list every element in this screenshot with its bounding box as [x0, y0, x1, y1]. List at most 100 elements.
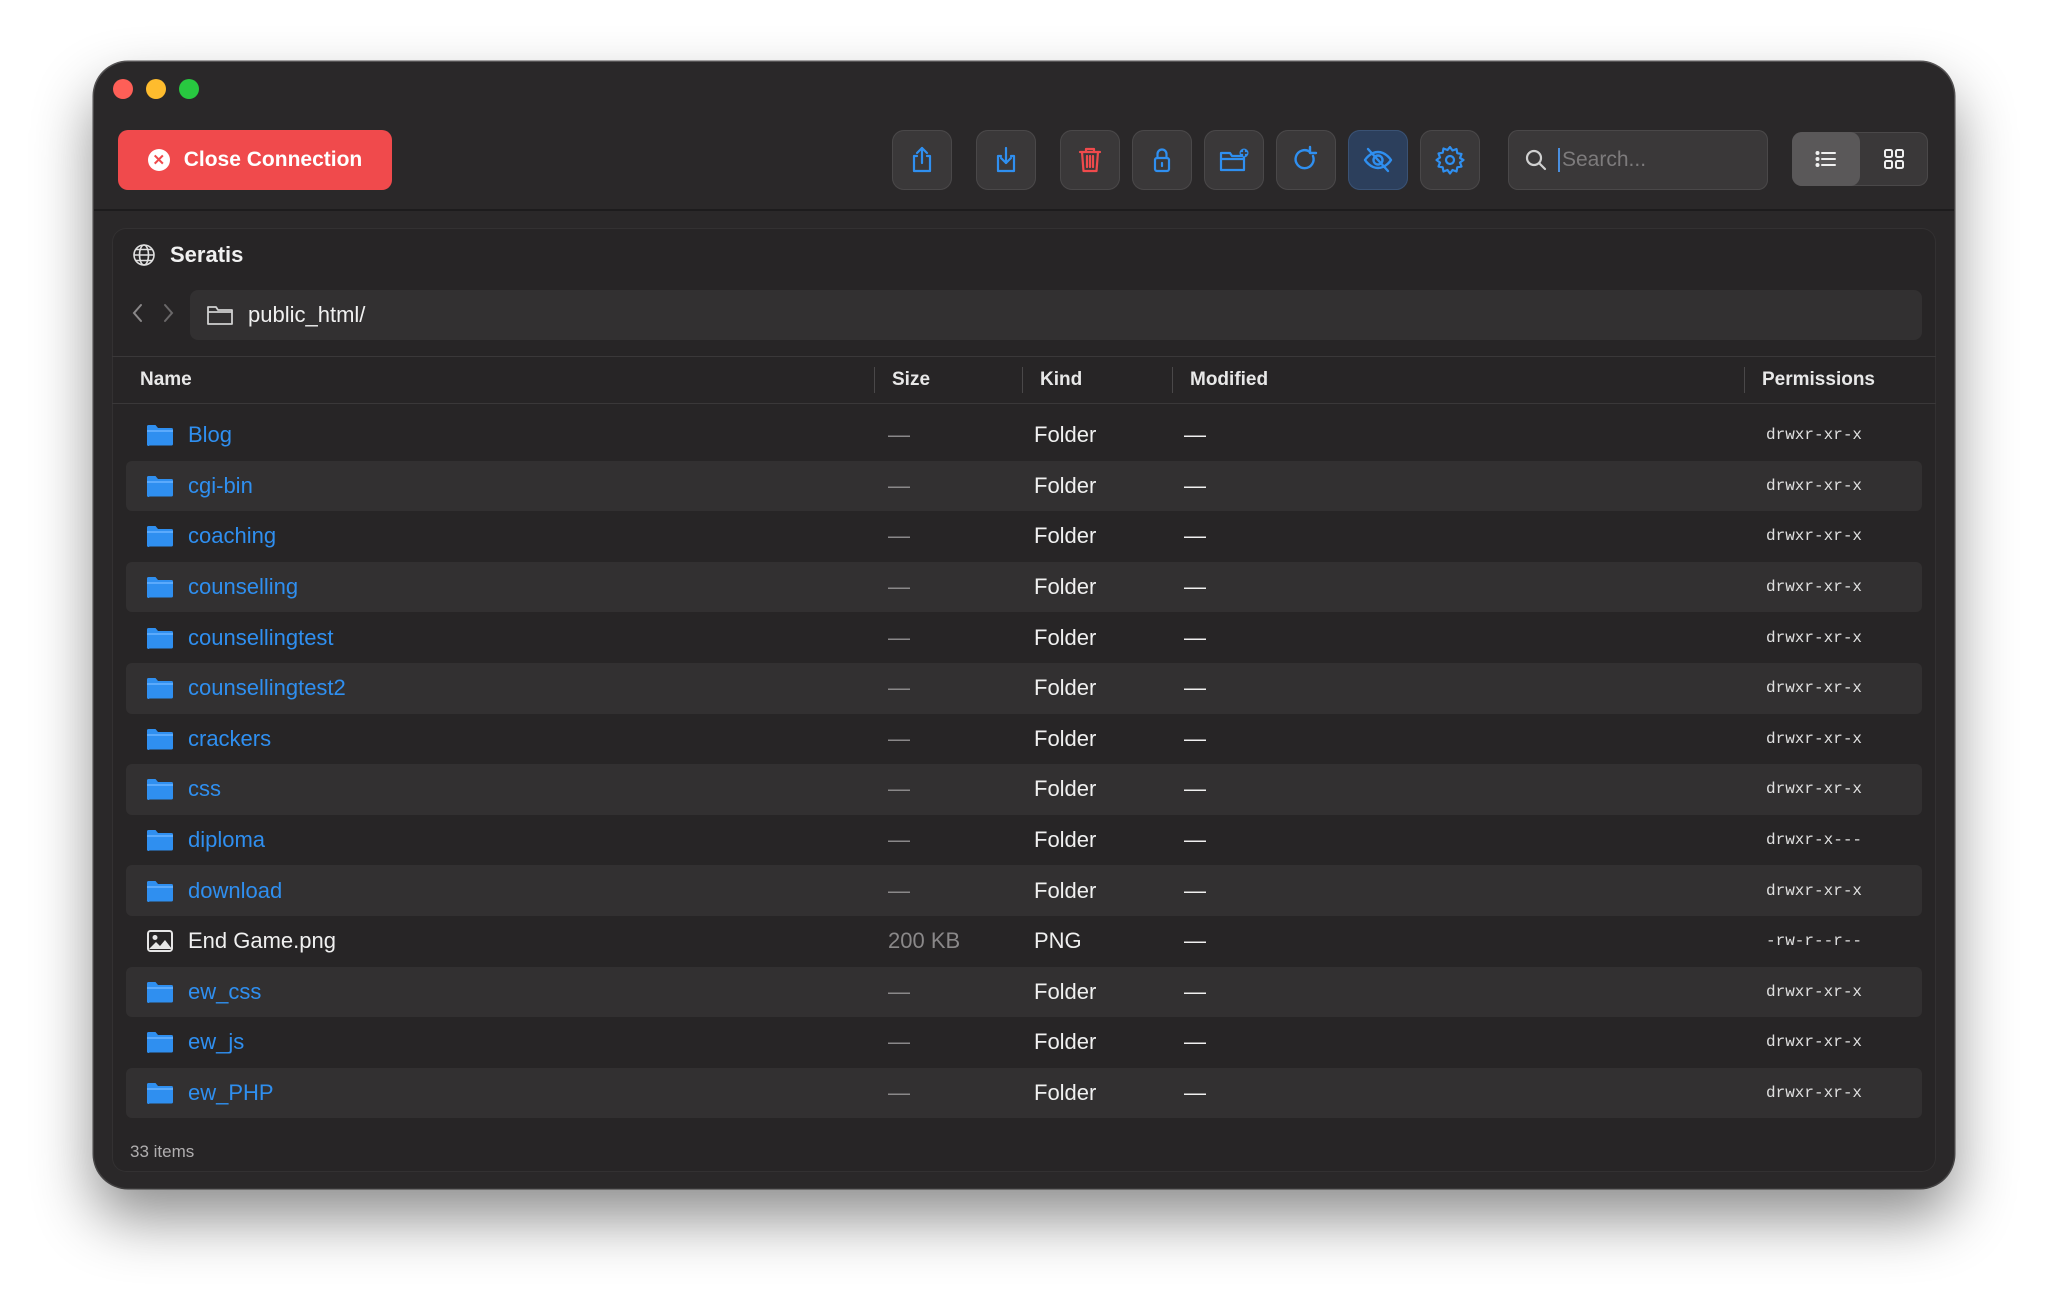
upload-icon	[912, 146, 932, 173]
file-name: ew_css	[188, 978, 262, 1004]
grid-view-button[interactable]	[1860, 132, 1928, 186]
file-kind: PNG	[1034, 928, 1082, 954]
file-kind: Folder	[1034, 472, 1097, 498]
column-name[interactable]: Name	[140, 369, 192, 391]
search-input[interactable]	[1558, 148, 1752, 172]
file-size: —	[888, 624, 910, 650]
search-box[interactable]	[1508, 130, 1768, 190]
download-button[interactable]	[976, 130, 1036, 190]
file-kind: Folder	[1034, 776, 1097, 802]
file-size: —	[888, 877, 910, 903]
eye-slash-icon	[1363, 147, 1393, 173]
file-permissions: drwxr-xr-x	[1766, 1033, 1863, 1052]
file-row[interactable]: counsellingtest2 — Folder — drwxr-xr-x	[126, 662, 1922, 714]
toggle-hidden-files-button[interactable]	[1348, 130, 1408, 190]
file-size: —	[888, 523, 910, 549]
close-connection-button[interactable]: ✕ Close Connection	[118, 130, 392, 190]
file-row[interactable]: css — Folder — drwxr-xr-x	[126, 764, 1922, 815]
new-folder-button[interactable]	[1204, 130, 1264, 190]
file-kind: Folder	[1034, 827, 1097, 853]
settings-button[interactable]	[1420, 130, 1480, 190]
file-name: diploma	[188, 827, 266, 853]
file-row[interactable]: cgi-bin — Folder — drwxr-xr-x	[126, 460, 1922, 512]
forward-chevron-icon[interactable]	[158, 298, 180, 328]
file-modified: —	[1184, 877, 1206, 903]
file-row[interactable]: ew_PHP — Folder — drwxr-xr-x	[126, 1067, 1922, 1119]
file-row[interactable]: ew_js — Folder — drwxr-xr-x	[126, 1017, 1922, 1068]
file-size: —	[888, 1029, 910, 1055]
new-folder-icon	[1219, 148, 1249, 172]
file-kind: Folder	[1034, 422, 1097, 448]
column-permissions[interactable]: Permissions	[1762, 369, 1875, 391]
path-bar: public_html/	[112, 288, 1936, 340]
file-name: counselling	[188, 574, 299, 600]
file-permissions: drwxr-xr-x	[1766, 578, 1863, 597]
file-row[interactable]: Blog — Folder — drwxr-xr-x	[126, 410, 1922, 461]
file-permissions: drwxr-xr-x	[1766, 1084, 1863, 1103]
server-header: Seratis	[132, 242, 243, 268]
file-name: coaching	[188, 523, 277, 549]
file-name: counsellingtest	[188, 624, 334, 650]
file-size: —	[888, 827, 910, 853]
delete-button[interactable]	[1060, 130, 1120, 190]
file-name: ew_PHP	[188, 1080, 274, 1106]
column-kind[interactable]: Kind	[1040, 369, 1082, 391]
file-kind: Folder	[1034, 523, 1097, 549]
app-window: ✕ Close Connection Search... Seratis pub…	[94, 62, 1954, 1188]
file-size: —	[888, 776, 910, 802]
list-icon	[1815, 151, 1836, 167]
path-field[interactable]: public_html/	[190, 290, 1922, 340]
back-chevron-icon[interactable]	[126, 298, 148, 328]
folder-icon	[146, 425, 173, 447]
folder-icon	[146, 1032, 173, 1054]
search-icon	[1525, 149, 1547, 171]
close-window-button[interactable]	[113, 79, 133, 99]
file-permissions: drwxr-xr-x	[1766, 982, 1863, 1001]
file-row[interactable]: ew_css — Folder — drwxr-xr-x	[126, 966, 1922, 1018]
current-path: public_html/	[248, 302, 366, 327]
column-modified[interactable]: Modified	[1190, 369, 1268, 391]
file-kind: Folder	[1034, 877, 1097, 903]
column-header-row: Name Size Kind Modified Permissions	[112, 357, 1936, 403]
file-size: —	[888, 978, 910, 1004]
minimize-window-button[interactable]	[146, 79, 166, 99]
file-kind: Folder	[1034, 574, 1097, 600]
file-row[interactable]: diploma — Folder — drwxr-x---	[126, 815, 1922, 866]
file-size: —	[888, 675, 910, 701]
folder-icon	[146, 981, 173, 1003]
file-row[interactable]: counsellingtest — Folder — drwxr-xr-x	[126, 612, 1922, 663]
refresh-icon	[1294, 145, 1318, 170]
file-name: Blog	[188, 422, 233, 448]
close-connection-label: Close Connection	[183, 148, 363, 171]
column-size[interactable]: Size	[892, 369, 930, 391]
file-row[interactable]: crackers — Folder — drwxr-xr-x	[126, 714, 1922, 765]
view-mode-toggle[interactable]	[1792, 132, 1928, 186]
permissions-button[interactable]	[1132, 130, 1192, 190]
file-name: counsellingtest2	[188, 675, 346, 701]
file-permissions: drwxr-xr-x	[1766, 780, 1863, 799]
folder-icon	[146, 830, 173, 851]
file-permissions: -rw-r--r--	[1766, 932, 1863, 951]
file-name: crackers	[188, 725, 272, 751]
file-name: End Game.png	[188, 928, 336, 954]
file-row[interactable]: coaching — Folder — drwxr-xr-x	[126, 511, 1922, 562]
list-view-button[interactable]	[1792, 132, 1860, 186]
file-row[interactable]: download — Folder — drwxr-xr-x	[126, 865, 1922, 916]
file-modified: —	[1184, 1029, 1206, 1055]
zoom-window-button[interactable]	[179, 79, 199, 99]
globe-icon	[133, 244, 155, 266]
file-kind: Folder	[1034, 1029, 1097, 1055]
refresh-button[interactable]	[1276, 130, 1336, 190]
download-icon	[996, 146, 1016, 173]
file-permissions: drwxr-xr-x	[1766, 729, 1863, 748]
folder-icon	[146, 728, 173, 750]
upload-button[interactable]	[892, 130, 952, 190]
file-row[interactable]: End Game.png 200 KB PNG — -rw-r--r--	[126, 916, 1922, 967]
file-modified: —	[1184, 1080, 1206, 1106]
file-modified: —	[1184, 725, 1206, 751]
file-modified: —	[1184, 978, 1206, 1004]
file-permissions: drwxr-xr-x	[1766, 628, 1863, 647]
folder-icon	[146, 779, 173, 801]
file-size: —	[888, 1080, 910, 1106]
file-row[interactable]: counselling — Folder — drwxr-xr-x	[126, 561, 1922, 613]
